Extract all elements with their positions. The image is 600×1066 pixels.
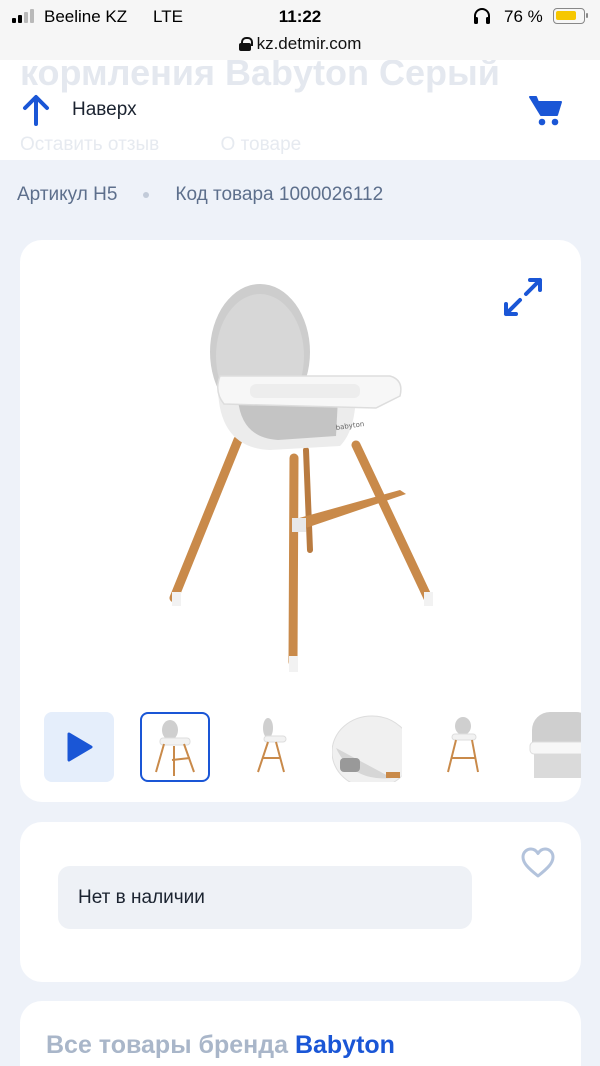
separator-dot — [143, 192, 150, 198]
arrow-up-icon — [23, 95, 49, 126]
headphones-icon — [474, 8, 490, 24]
sticky-header: кормления Babyton Серый Оставить отзыв О… — [0, 60, 600, 160]
back-to-top-button[interactable]: Наверх — [22, 94, 137, 126]
brand-name: Babyton — [294, 1031, 395, 1059]
stock-status: Нет в наличии — [78, 886, 205, 908]
lock-icon — [238, 37, 253, 51]
brand-prefix: Все товары бренда — [46, 1031, 288, 1059]
play-icon — [67, 732, 93, 762]
brand-link[interactable]: Все товары бренда Babyton — [46, 1031, 395, 1060]
battery-percent: 76 % — [504, 7, 543, 26]
thumbnail-strip — [44, 712, 581, 784]
thumbnail-side[interactable] — [236, 712, 306, 782]
thumbnail-seat-closeup[interactable] — [332, 712, 402, 782]
thumbnail-small-front[interactable] — [428, 712, 498, 782]
back-to-top-label: Наверх — [72, 99, 137, 120]
out-of-stock-button[interactable]: Нет в наличии — [58, 866, 472, 929]
status-bar: Beeline KZ LTE 11:22 76 % — [0, 0, 600, 34]
address-bar[interactable]: kz.detmir.com — [0, 34, 600, 60]
availability-card: Нет в наличии — [20, 822, 581, 982]
expand-icon[interactable] — [502, 276, 544, 318]
product-code: Код товара 1000026112 — [175, 184, 384, 205]
product-title-behind: кормления Babyton Серый — [20, 60, 500, 93]
product-meta: Артикул H5 Код товара 1000026112 — [17, 184, 383, 206]
product-image[interactable]: babyton — [160, 280, 440, 672]
battery-icon — [553, 8, 588, 24]
thumbnail-front[interactable] — [140, 712, 210, 782]
url-text: kz.detmir.com — [256, 34, 362, 53]
cart-icon[interactable] — [528, 94, 564, 128]
video-thumbnail[interactable] — [44, 712, 114, 782]
about-product-link: О товаре — [220, 134, 302, 155]
product-links-behind: Оставить отзыв О товаре — [20, 134, 357, 156]
thumbnail-tray-closeup[interactable] — [524, 712, 581, 782]
favorite-heart-icon[interactable] — [520, 846, 556, 880]
article-number: Артикул H5 — [17, 184, 118, 205]
brand-card: Все товары бренда Babyton — [20, 1001, 581, 1066]
leave-review-link: Оставить отзыв — [20, 134, 160, 155]
product-gallery: babyton — [20, 240, 581, 802]
